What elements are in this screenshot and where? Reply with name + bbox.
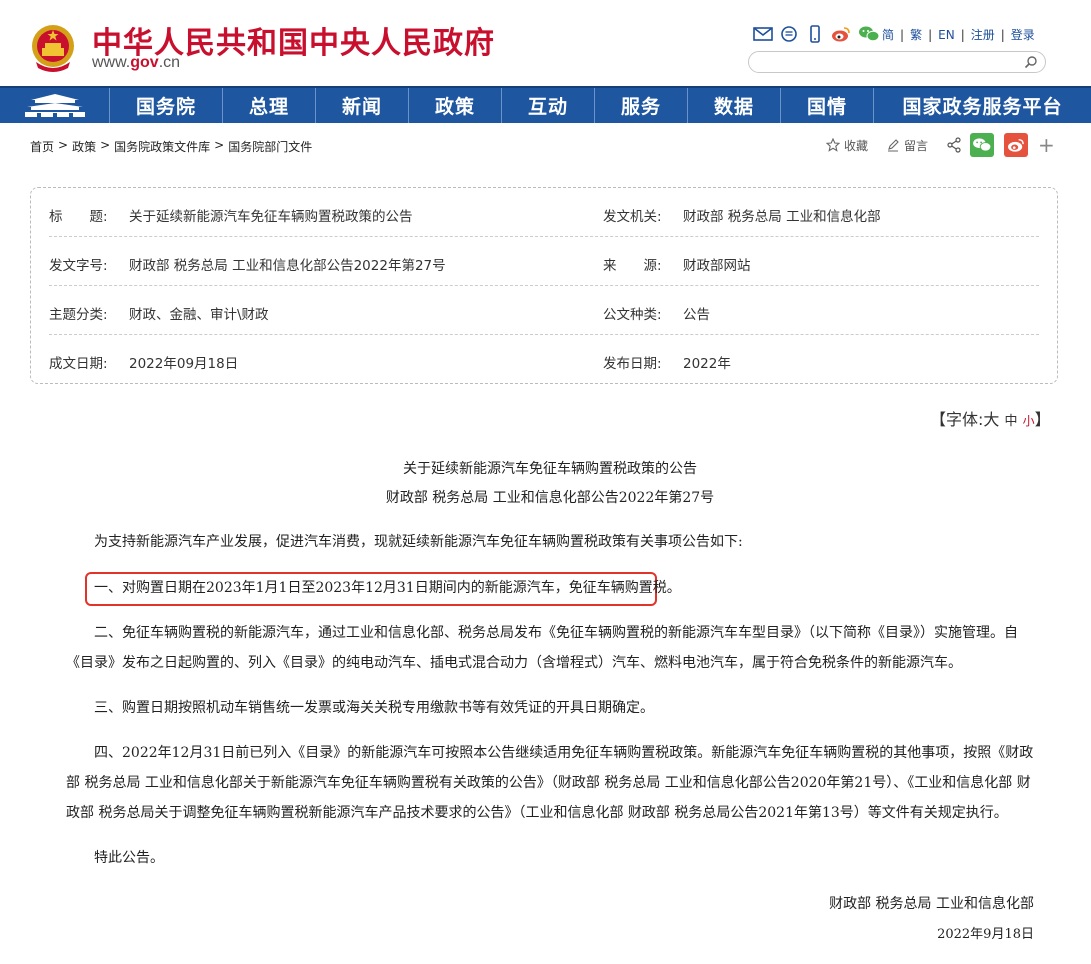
- tiananmen-icon: [24, 93, 85, 117]
- separator: |: [960, 27, 965, 42]
- lang-english-link[interactable]: EN: [938, 28, 955, 42]
- article-signer: 财政部 税务总局 工业和信息化部: [829, 896, 1034, 912]
- meta-row-1: 标 题: 关于延续新能源汽车免征车辆购置税政策的公告 发文机关: 财政部 税务总…: [49, 188, 1039, 237]
- article-paragraph-4: 四、2022年12月31日前已列入《目录》的新能源汽车可按照本公告继续适用免征车…: [66, 745, 1034, 821]
- share-weibo-button[interactable]: [1004, 133, 1029, 157]
- breadcrumb-department-docs[interactable]: 国务院部门文件: [228, 138, 312, 155]
- share-wechat-button[interactable]: [970, 133, 995, 157]
- meta-source-label: 来 源:: [603, 258, 662, 274]
- meta-title-label: 标 题:: [49, 209, 108, 225]
- separator: |: [1000, 27, 1005, 42]
- article-paragraph-2: 二、免征车辆购置税的新能源汽车，通过工业和信息化部、税务总局发布《免征车辆购置税…: [66, 625, 1018, 671]
- nav-item-zhengce[interactable]: 政策: [409, 88, 502, 123]
- lang-simplified-link[interactable]: 简: [882, 26, 894, 43]
- breadcrumb-separator: >: [214, 138, 225, 152]
- search-input[interactable]: [759, 54, 1019, 70]
- meta-docno-label: 发文字号:: [49, 258, 108, 274]
- nav-item-zongli[interactable]: 总理: [223, 88, 316, 123]
- mail-icon[interactable]: [753, 25, 773, 43]
- font-size-suffix: 】: [1034, 410, 1051, 429]
- star-icon: [826, 138, 840, 152]
- breadcrumb-separator: >: [100, 138, 111, 152]
- meta-row-4: 成文日期: 2022年09月18日 发布日期: 2022年: [49, 335, 1039, 384]
- nav-item-fuwu[interactable]: 服务: [595, 88, 688, 123]
- meta-row-3: 主题分类: 财政、金融、审计\财政 公文种类: 公告: [49, 286, 1039, 335]
- wechat-icon[interactable]: [857, 25, 881, 43]
- favorite-button[interactable]: 收藏: [826, 137, 868, 154]
- search-icon[interactable]: [1024, 55, 1038, 69]
- domain-main: gov: [130, 54, 159, 71]
- domain-suffix: .cn: [158, 54, 181, 71]
- lang-traditional-link[interactable]: 繁: [910, 26, 922, 43]
- site-domain[interactable]: www.gov.cn: [92, 54, 180, 72]
- message-button[interactable]: 留言: [886, 137, 928, 154]
- separator: |: [900, 27, 905, 42]
- meta-topic-label: 主题分类:: [49, 307, 108, 323]
- article-subtitle: 财政部 税务总局 工业和信息化部公告2022年第27号: [385, 490, 715, 506]
- top-icons: [753, 24, 881, 44]
- breadcrumb-home[interactable]: 首页: [30, 138, 54, 155]
- font-size-prefix: 【字体:: [930, 410, 984, 429]
- wechat-icon: [973, 138, 992, 152]
- pencil-icon: [888, 139, 899, 152]
- more-share-button[interactable]: +: [1038, 135, 1055, 155]
- domain-prefix: www.: [92, 54, 131, 71]
- font-size-large-button[interactable]: 大: [983, 410, 999, 429]
- nav-item-xinwen[interactable]: 新闻: [316, 88, 409, 123]
- weibo-icon: [1008, 138, 1024, 152]
- meta-source-value: 财政部网站: [683, 258, 751, 274]
- weibo-icon[interactable]: [831, 25, 851, 43]
- login-link[interactable]: 登录: [1011, 26, 1035, 43]
- language-links: 简 | 繁 | EN | 注册 | 登录: [882, 26, 1035, 43]
- meta-published-value: 2022年: [683, 356, 731, 372]
- meta-type-label: 公文种类:: [603, 307, 662, 323]
- meta-row-2: 发文字号: 财政部 税务总局 工业和信息化部公告2022年第27号 来 源: 财…: [49, 237, 1039, 286]
- site-header: 中华人民共和国中央人民政府 www.gov.cn 简 | 繁 | EN | 注册…: [0, 0, 1091, 86]
- meta-created-value: 2022年09月18日: [129, 356, 239, 372]
- meta-type-value: 公告: [683, 307, 710, 323]
- nav-item-guowuyuan[interactable]: 国务院: [110, 88, 223, 123]
- national-emblem-icon[interactable]: [30, 22, 76, 72]
- meta-created-label: 成文日期:: [49, 356, 108, 372]
- meta-published-label: 发布日期:: [603, 356, 662, 372]
- breadcrumb-separator: >: [58, 138, 69, 152]
- register-link[interactable]: 注册: [971, 26, 995, 43]
- meta-issuer-label: 发文机关:: [603, 209, 662, 225]
- article-paragraph-3: 三、购置日期按照机动车销售统一发票或海关关税专用缴款书等有效凭证的开具日期确定。: [94, 700, 654, 716]
- mobile-icon[interactable]: [805, 25, 825, 43]
- meta-docno-value: 财政部 税务总局 工业和信息化部公告2022年第27号: [129, 258, 446, 274]
- breadcrumb-policy[interactable]: 政策: [72, 138, 96, 155]
- nav-item-zhengwu-platform[interactable]: 国家政务服务平台: [874, 88, 1091, 123]
- main-nav: 国务院 总理 新闻 政策 互动 服务 数据 国情 国家政务服务平台: [0, 86, 1091, 123]
- nav-item-shuju[interactable]: 数据: [688, 88, 781, 123]
- article-paragraph-5: 特此公告。: [94, 850, 164, 866]
- article-paragraph-1: 一、对购置日期在2023年1月1日至2023年12月31日期间内的新能源汽车，免…: [94, 580, 681, 596]
- article-intro: 为支持新能源汽车产业发展，促进汽车消费，现就延续新能源汽车免征车辆购置税政策有关…: [94, 534, 743, 550]
- meta-title-value: 关于延续新能源汽车免征车辆购置税政策的公告: [129, 209, 413, 225]
- font-size-small-button[interactable]: 小: [1023, 414, 1035, 428]
- message-label: 留言: [904, 138, 929, 153]
- meta-issuer-value: 财政部 税务总局 工业和信息化部: [683, 209, 881, 225]
- font-size-medium-button[interactable]: 中: [1005, 414, 1018, 429]
- document-metadata: 标 题: 关于延续新能源汽车免征车辆购置税政策的公告 发文机关: 财政部 税务总…: [30, 187, 1058, 384]
- font-size-switcher: 【字体:大 中 小】: [930, 406, 1051, 430]
- breadcrumb-policy-library[interactable]: 国务院政策文件库: [114, 138, 210, 155]
- share-icon[interactable]: [946, 137, 962, 153]
- chat-icon[interactable]: [779, 25, 799, 43]
- nav-item-hudong[interactable]: 互动: [502, 88, 595, 123]
- article-title: 关于延续新能源汽车免征车辆购置税政策的公告: [403, 461, 697, 477]
- nav-home[interactable]: [0, 88, 110, 123]
- meta-topic-value: 财政、金融、审计\财政: [129, 307, 269, 323]
- search-box: [748, 51, 1046, 73]
- favorite-label: 收藏: [844, 138, 869, 153]
- separator: |: [928, 27, 933, 42]
- article-sign-date: 2022年9月18日: [937, 927, 1034, 942]
- article-tools: 收藏 留言 +: [826, 133, 1055, 157]
- breadcrumb: 首页 > 政策 > 国务院政策文件库 > 国务院部门文件: [30, 138, 312, 155]
- nav-item-guoqing[interactable]: 国情: [781, 88, 874, 123]
